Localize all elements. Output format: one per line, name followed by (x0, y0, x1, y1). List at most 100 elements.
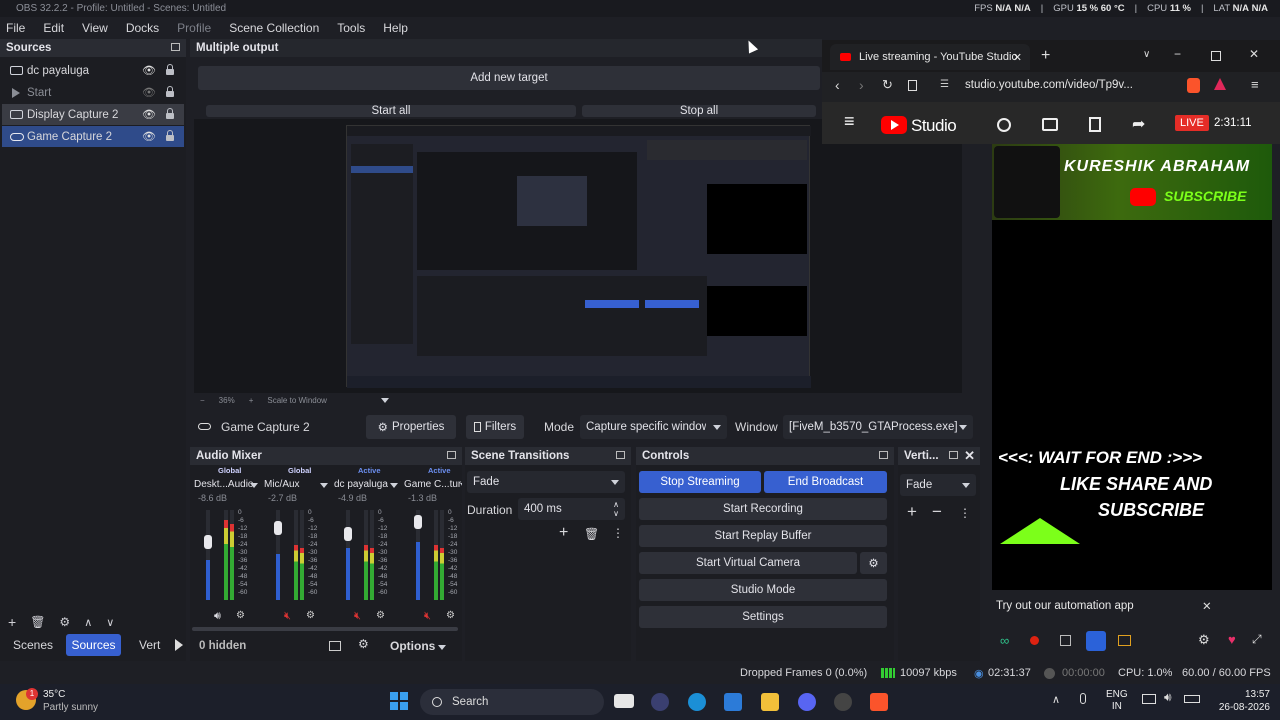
new-tab-icon[interactable]: + (1041, 47, 1050, 65)
source-settings-icon[interactable]: ⚙ (59, 615, 70, 629)
more-options-icon[interactable]: ⋮ (959, 506, 971, 520)
stream-manager-icon[interactable] (1042, 118, 1058, 131)
speaker-icon[interactable]: 🔊︎ (214, 610, 221, 623)
volume-icon[interactable]: 🔊︎ (1164, 690, 1172, 705)
task-view-icon[interactable] (614, 694, 634, 708)
channel-menu-icon[interactable] (320, 483, 328, 488)
brave-icon[interactable] (870, 693, 888, 711)
start-replay-buffer-button[interactable]: Start Replay Buffer (639, 525, 887, 547)
minimize-icon[interactable]: − (1174, 47, 1181, 61)
windows-start-icon[interactable] (390, 692, 408, 710)
edge-icon[interactable] (688, 693, 706, 711)
obs-icon[interactable] (834, 693, 852, 711)
menu-edit[interactable]: Edit (43, 21, 64, 35)
channel-properties-icon[interactable]: ⚙ (446, 610, 455, 621)
channel-menu-icon[interactable] (250, 483, 258, 488)
filters-button[interactable]: Filters (466, 415, 524, 439)
app-icon-obs[interactable] (651, 693, 669, 711)
menu-scene-collection[interactable]: Scene Collection (229, 21, 319, 35)
window-select[interactable]: [FiveM_b3570_GTAProcess.exe] (783, 415, 973, 439)
volume-slider-thumb[interactable] (274, 521, 282, 535)
menu-profile[interactable]: Profile (177, 21, 211, 35)
clock-date[interactable]: 26-08-2026 (1210, 702, 1270, 713)
language-indicator[interactable]: ENG IN (1106, 689, 1128, 713)
mixer-scrollbar[interactable] (192, 627, 458, 631)
muted-speaker-icon[interactable]: 🔇︎ (354, 610, 361, 623)
channel-properties-icon[interactable]: ⚙ (236, 610, 245, 621)
timer-icon[interactable] (997, 118, 1011, 132)
stop-square-icon[interactable] (1060, 635, 1071, 646)
undock-icon[interactable] (171, 43, 180, 51)
lock-icon[interactable] (165, 64, 175, 76)
taskbar-search[interactable]: Search (420, 689, 604, 715)
browser-menu-icon[interactable]: ≡ (1251, 77, 1259, 92)
tab-sources[interactable]: Sources (66, 634, 121, 656)
volume-slider-thumb[interactable] (204, 535, 212, 549)
muted-speaker-icon[interactable]: 🔇︎ (284, 610, 291, 623)
tab-list-icon[interactable]: ∨ (1143, 49, 1150, 60)
back-icon[interactable]: ‹ (835, 77, 840, 93)
discord-icon[interactable] (798, 693, 816, 711)
browser-tab[interactable]: Live streaming - YouTube Studio ✕ (830, 44, 1030, 70)
studio-mode-button[interactable]: Studio Mode (639, 579, 887, 601)
preview-area[interactable] (194, 119, 962, 393)
stop-streaming-button[interactable]: Stop Streaming (639, 471, 761, 493)
volume-slider-thumb[interactable] (344, 527, 352, 541)
zoom-in-icon[interactable]: + (249, 396, 254, 405)
muted-speaker-icon[interactable]: 🔇︎ (424, 610, 431, 623)
bookmark-icon[interactable] (908, 80, 917, 91)
url-field[interactable]: studio.youtube.com/video/Tp9v... (965, 79, 1133, 91)
loop-icon[interactable]: ∞ (1000, 633, 1009, 648)
undock-icon[interactable] (616, 451, 625, 459)
battery-icon[interactable] (1184, 695, 1200, 703)
stop-all-button[interactable]: Stop all (582, 105, 816, 117)
explorer-icon[interactable] (761, 693, 779, 711)
maximize-icon[interactable] (1211, 51, 1221, 61)
heart-icon[interactable]: ♥ (1228, 632, 1236, 647)
hamburger-icon[interactable]: ≡ (844, 111, 855, 132)
start-virtual-camera-button[interactable]: Start Virtual Camera (639, 552, 857, 574)
rewards-icon[interactable] (1214, 78, 1226, 90)
chevron-down-icon[interactable] (380, 397, 389, 403)
share-icon[interactable]: ➦ (1132, 114, 1145, 134)
visibility-eye-icon[interactable]: 👁︎ (142, 130, 156, 143)
remove-icon[interactable]: − (932, 502, 942, 522)
menu-tools[interactable]: Tools (337, 21, 365, 35)
add-icon[interactable]: + (907, 502, 917, 522)
settings-button[interactable]: Settings (639, 606, 887, 628)
record-dot-icon[interactable] (1030, 636, 1039, 645)
store-icon[interactable] (724, 693, 742, 711)
close-icon[interactable]: ✕ (1202, 599, 1212, 613)
add-new-target-button[interactable]: Add new target (198, 66, 820, 90)
channel-properties-icon[interactable]: ⚙ (306, 610, 315, 621)
forward-icon[interactable]: › (859, 77, 864, 93)
channel-menu-icon[interactable] (390, 483, 398, 488)
tab-vert[interactable]: Vert (139, 638, 160, 652)
undock-icon[interactable] (447, 451, 456, 459)
gear-icon[interactable]: ⚙ (1198, 632, 1210, 648)
menu-docks[interactable]: Docks (126, 21, 159, 35)
hidden-eye-icon[interactable]: 👁︎ (142, 86, 156, 99)
close-window-icon[interactable]: ✕ (1249, 47, 1259, 61)
source-tools-icon[interactable]: ⚙ (358, 637, 369, 651)
tray-chevron-icon[interactable]: ∧ (1052, 693, 1060, 706)
undock-icon[interactable] (949, 451, 958, 459)
properties-button[interactable]: ⚙ Properties (366, 415, 456, 439)
tab-scenes[interactable]: Scenes (13, 638, 53, 652)
visibility-eye-icon[interactable]: 👁︎ (142, 108, 156, 121)
vertical-transition-select[interactable]: Fade (900, 474, 976, 496)
remove-transition-icon[interactable]: 🗑︎ (584, 527, 599, 541)
chevron-down-icon[interactable] (438, 645, 446, 650)
spin-up-icon[interactable]: ∧ (613, 500, 619, 509)
undock-icon[interactable] (879, 451, 888, 459)
menu-file[interactable]: File (6, 21, 25, 35)
spin-down-icon[interactable]: ∨ (613, 509, 619, 518)
close-tab-icon[interactable]: ✕ (1013, 51, 1022, 64)
close-icon[interactable]: ✕ (964, 448, 975, 464)
lock-icon[interactable] (165, 86, 175, 98)
options-menu[interactable]: Options (390, 639, 435, 653)
camera-icon[interactable] (1118, 635, 1131, 646)
network-icon[interactable] (1142, 694, 1156, 704)
source-item-game-capture-2[interactable]: Game Capture 2 👁︎ (2, 126, 184, 147)
start-all-button[interactable]: Start all (206, 105, 576, 117)
